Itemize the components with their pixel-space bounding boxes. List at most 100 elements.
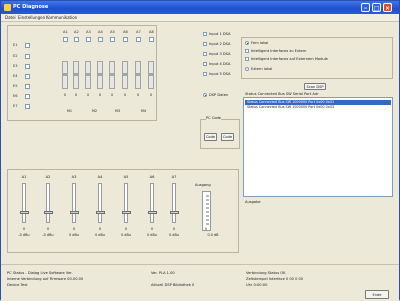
meter-segment <box>206 223 209 225</box>
group-label: M4 <box>141 109 147 113</box>
row-label: E3 <box>13 64 18 68</box>
channel-mini-slider[interactable] <box>97 61 103 89</box>
mode-option: Extern lokal <box>251 67 273 71</box>
fader-label: A2 <box>45 175 51 179</box>
channel-checkbox[interactable] <box>149 37 154 42</box>
fader-value: 0 <box>172 227 176 231</box>
minimize-button[interactable]: – <box>361 3 370 12</box>
scan-dsp-button[interactable]: Scan DSP <box>304 83 326 90</box>
output-value: 0 <box>204 227 208 231</box>
channel-checkbox[interactable] <box>110 37 115 42</box>
channel-mini-slider[interactable] <box>73 61 79 89</box>
channel-checkbox[interactable] <box>86 37 91 42</box>
maximize-button[interactable]: □ <box>372 3 381 12</box>
fader-thumb[interactable] <box>122 211 131 214</box>
mode-checkbox[interactable] <box>245 57 249 61</box>
status-right-1: Verbindung Status OK <box>246 271 286 275</box>
channel-mini-slider[interactable] <box>122 61 128 89</box>
fader-thumb[interactable] <box>170 211 179 214</box>
row-checkbox[interactable] <box>25 94 30 99</box>
fader-track[interactable] <box>124 183 128 223</box>
channel-checkbox[interactable] <box>98 37 103 42</box>
input-checkbox[interactable] <box>203 32 207 36</box>
dsp-radio[interactable] <box>203 93 207 97</box>
menu-datei[interactable]: Datei <box>5 15 16 20</box>
input-checkbox[interactable] <box>203 72 207 76</box>
input-checkbox[interactable] <box>203 42 207 46</box>
row-checkbox[interactable] <box>25 64 30 69</box>
input-label: Input 5 DSA <box>209 72 231 76</box>
fader-db: 0 dBu <box>169 233 179 237</box>
device-list[interactable]: Status Connected Bus SW 1000000 Port 0x0… <box>243 97 393 197</box>
output-db: 0.0 dB <box>207 233 219 237</box>
meter-segment <box>206 215 209 217</box>
channel-checkbox[interactable] <box>63 37 68 42</box>
mode-radio[interactable] <box>245 41 249 45</box>
row-label: E6 <box>13 94 18 98</box>
channel-mini-slider[interactable] <box>62 61 68 89</box>
fader-value: 0 <box>72 227 76 231</box>
app-icon <box>4 4 11 11</box>
group-label: M2 <box>92 109 98 113</box>
channel-value: 0 <box>111 93 114 97</box>
menu-bar: Datei Einstellungen Kommunikation <box>1 14 399 22</box>
exit-button[interactable]: Ende <box>365 290 389 299</box>
pc-code-label: PC Code <box>206 116 222 120</box>
channel-value: 0 <box>124 93 127 97</box>
row-label: E4 <box>13 74 18 78</box>
input-label: Input 1 DSA <box>209 32 231 36</box>
fader-track[interactable] <box>150 183 154 223</box>
list-item[interactable]: Status Connected Bus SW 1000000 Port 0x0… <box>245 105 391 110</box>
fader-thumb[interactable] <box>148 211 157 214</box>
mode-checkbox[interactable] <box>245 49 249 53</box>
meter-segment <box>206 195 209 197</box>
fader-value: 0 <box>124 227 128 231</box>
input-checkbox[interactable] <box>203 62 207 66</box>
title-bar: PC Diagnose – □ × <box>1 1 399 14</box>
fader-track[interactable] <box>72 183 76 223</box>
row-checkbox[interactable] <box>25 104 30 109</box>
code-button[interactable]: Code <box>204 133 217 141</box>
fader-thumb[interactable] <box>70 211 79 214</box>
channel-checkbox[interactable] <box>74 37 79 42</box>
channel-mini-slider[interactable] <box>135 61 141 89</box>
meter-segment <box>206 203 209 205</box>
fader-db: 0 dBu <box>69 233 79 237</box>
code-button[interactable]: Code <box>221 133 234 141</box>
menu-kommunikation[interactable]: Kommunikation <box>46 15 77 20</box>
fader-track[interactable] <box>98 183 102 223</box>
fader-db: 0 dBu <box>95 233 105 237</box>
channel-label: A1 <box>63 30 68 34</box>
channel-checkbox[interactable] <box>123 37 128 42</box>
status-left-3: Device Test <box>7 283 28 287</box>
row-checkbox[interactable] <box>25 54 30 59</box>
channel-mini-slider[interactable] <box>109 61 115 89</box>
menu-einstellungen[interactable]: Einstellungen <box>18 15 45 20</box>
mode-option: Intelligent Interfaces zu Extern <box>251 49 307 53</box>
fader-thumb[interactable] <box>44 211 53 214</box>
fader-db: -0 dBu <box>18 233 30 237</box>
row-checkbox[interactable] <box>25 74 30 79</box>
channel-label: A3 <box>86 30 91 34</box>
row-label: E2 <box>13 54 18 58</box>
status-right-3: Uhr 0:00:00 <box>246 283 268 287</box>
channel-label: A2 <box>74 30 79 34</box>
fader-track[interactable] <box>46 183 50 223</box>
row-checkbox[interactable] <box>25 43 30 48</box>
channel-mini-slider[interactable] <box>85 61 91 89</box>
channel-checkbox[interactable] <box>136 37 141 42</box>
status-right-2: Zeitstempel Interface 0 00 0 00 <box>246 277 304 281</box>
channel-mini-slider[interactable] <box>148 61 154 89</box>
channel-label: A4 <box>98 30 103 34</box>
fader-track[interactable] <box>172 183 176 223</box>
row-checkbox[interactable] <box>25 84 30 89</box>
fader-thumb[interactable] <box>20 211 29 214</box>
fader-track[interactable] <box>22 183 26 223</box>
window-title: PC Diagnose <box>13 4 49 10</box>
input-label: Input 2 DSA <box>209 42 231 46</box>
channel-value: 0 <box>137 93 140 97</box>
input-checkbox[interactable] <box>203 52 207 56</box>
fader-thumb[interactable] <box>96 211 105 214</box>
close-button[interactable]: × <box>383 3 392 12</box>
mode-radio[interactable] <box>245 67 249 71</box>
